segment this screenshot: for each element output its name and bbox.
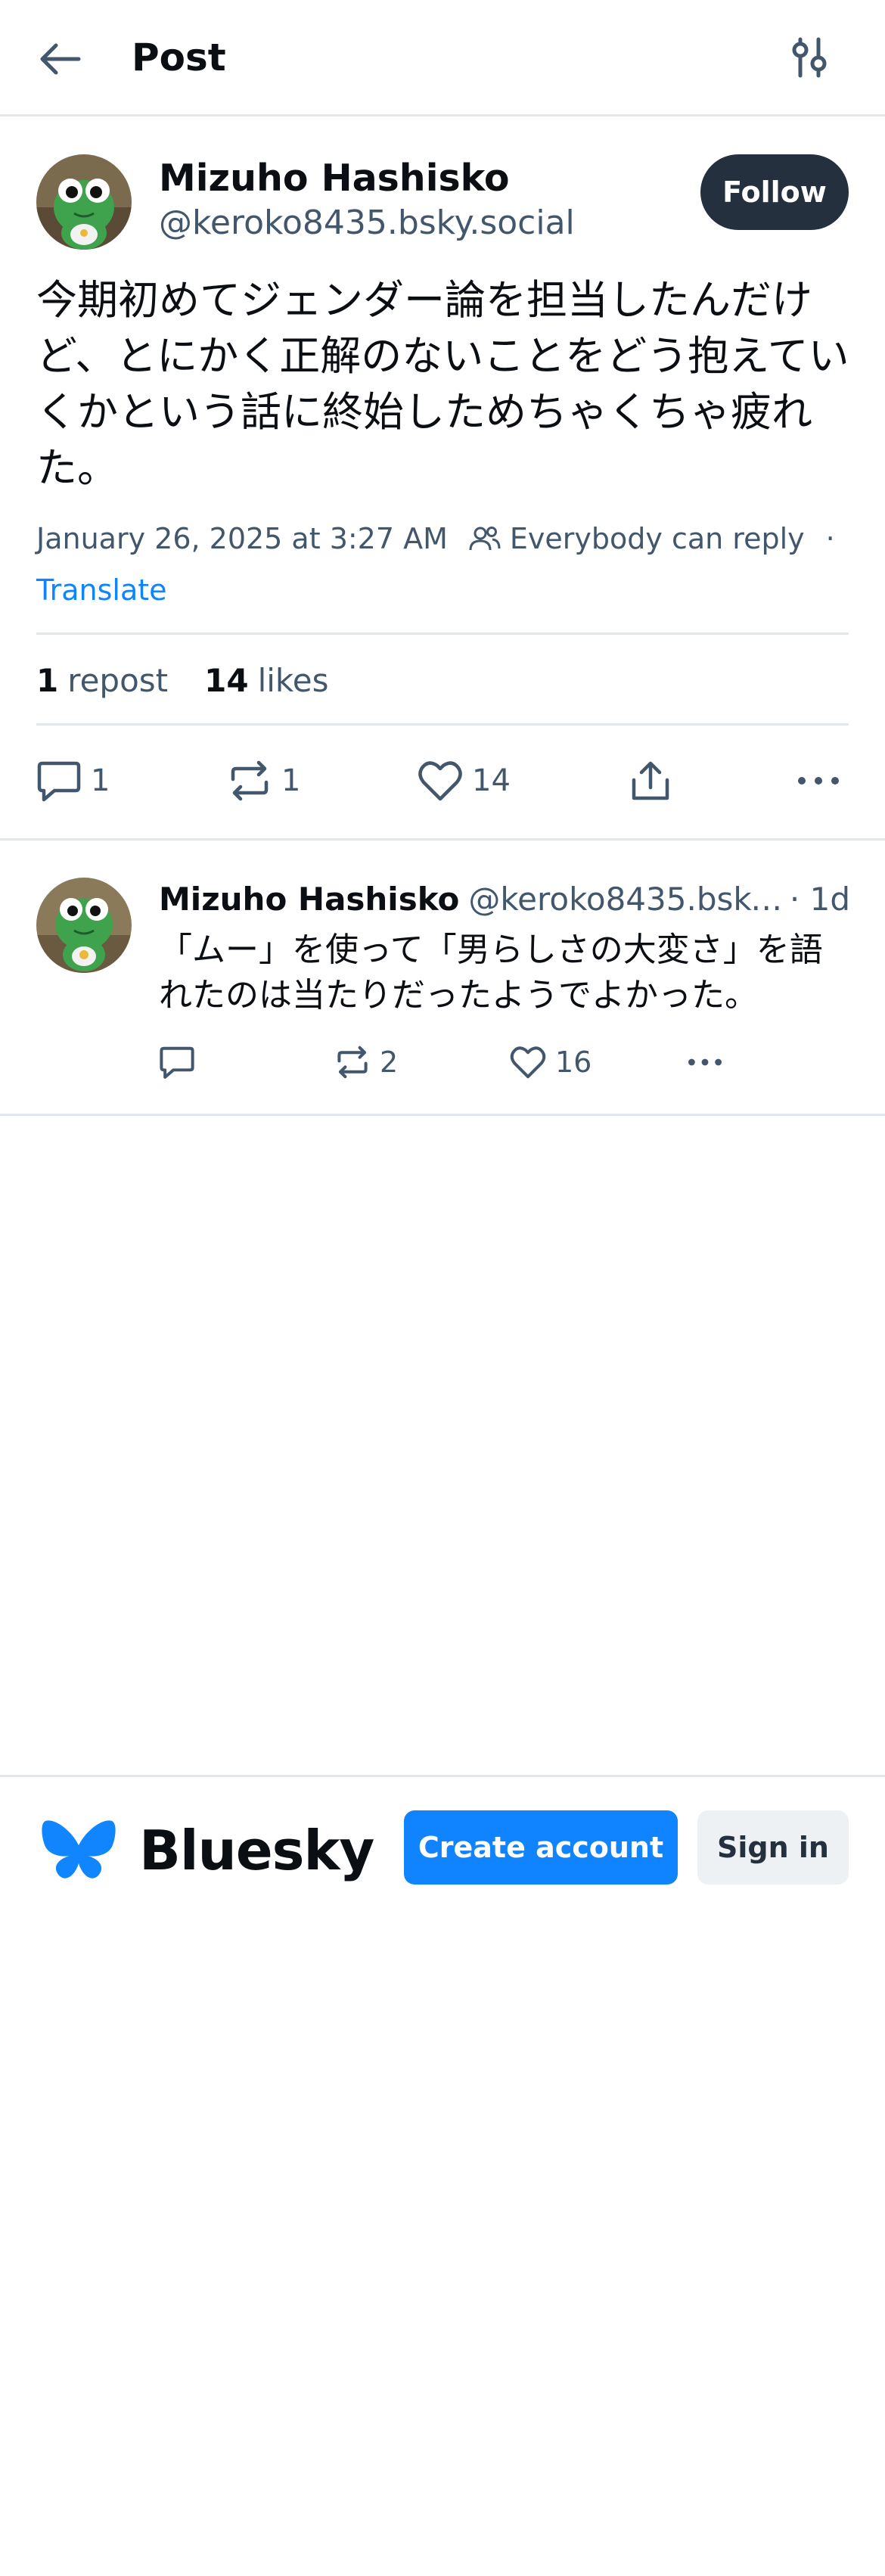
reply-text: 「ムー」を使って「男らしさの大変さ」を語れたのは当たりだったようでよかった。 bbox=[159, 931, 823, 1015]
sign-in-button[interactable]: Sign in bbox=[697, 1810, 849, 1885]
post-timestamp[interactable]: January 26, 2025 at 3:27 AM bbox=[36, 522, 448, 555]
like-count: 14 bbox=[472, 763, 511, 798]
reply-author-name[interactable]: Mizuho Hashisko bbox=[159, 881, 459, 918]
like-count-link[interactable]: 14 likes bbox=[204, 662, 328, 699]
reply-repost-count: 2 bbox=[380, 1046, 399, 1079]
reply-button[interactable]: 1 bbox=[36, 754, 110, 808]
author-handle[interactable]: @keroko8435.bsky.social bbox=[159, 201, 575, 245]
divider bbox=[0, 838, 885, 841]
reply-reply-button[interactable] bbox=[159, 1039, 204, 1085]
translate-link[interactable]: Translate bbox=[36, 570, 167, 610]
meta-separator: · bbox=[825, 522, 835, 555]
thread-settings-button[interactable] bbox=[787, 33, 832, 82]
divider bbox=[36, 723, 849, 726]
frog-avatar-image bbox=[36, 878, 132, 973]
reply-icon bbox=[160, 1046, 194, 1079]
author-avatar[interactable] bbox=[36, 154, 132, 250]
divider bbox=[0, 1114, 885, 1116]
like-button[interactable]: 14 bbox=[418, 754, 511, 808]
engagement-counts: 1 repost 14 likes bbox=[36, 655, 328, 705]
repost-icon bbox=[337, 1046, 368, 1079]
reply-setting-label[interactable]: Everybody can reply bbox=[510, 522, 805, 555]
divider bbox=[36, 632, 849, 635]
reply-like-button[interactable]: 16 bbox=[510, 1039, 592, 1085]
more-icon bbox=[798, 777, 839, 785]
signup-bar: Bluesky Create account Sign in bbox=[0, 1775, 885, 1919]
repost-count: 1 bbox=[281, 763, 301, 798]
heart-icon bbox=[510, 1046, 546, 1079]
more-options-button[interactable] bbox=[796, 754, 850, 808]
reply-icon bbox=[37, 761, 81, 802]
repost-count-link[interactable]: 1 repost bbox=[36, 662, 168, 699]
create-account-button[interactable]: Create account bbox=[404, 1810, 678, 1885]
follow-button[interactable]: Follow bbox=[700, 154, 849, 230]
repost-icon bbox=[231, 760, 269, 801]
top-bar: Post bbox=[0, 0, 885, 117]
brand-name: Bluesky bbox=[139, 1819, 374, 1882]
sliders-icon bbox=[792, 37, 827, 78]
frog-avatar-image bbox=[36, 154, 132, 250]
share-button[interactable] bbox=[629, 754, 681, 808]
page-title: Post bbox=[132, 36, 226, 79]
repost-button[interactable]: 1 bbox=[227, 754, 300, 808]
post-meta: January 26, 2025 at 3:27 AM Everybody ca… bbox=[36, 519, 853, 558]
reply-repost-button[interactable]: 2 bbox=[334, 1039, 398, 1085]
heart-icon bbox=[418, 761, 462, 801]
reply-actions: 2 16 bbox=[159, 1039, 840, 1085]
post-actions: 1 1 14 bbox=[36, 754, 849, 808]
reply-header: Mizuho Hashisko @keroko8435.bsky... · 1d bbox=[159, 878, 850, 920]
more-icon bbox=[688, 1058, 722, 1066]
people-icon bbox=[469, 525, 501, 552]
reply-like-count: 16 bbox=[555, 1046, 592, 1079]
butterfly-logo-icon bbox=[41, 1816, 116, 1885]
post-text: 今期初めてジェンダー論を担当したんだけど、とにかく正解のないことをどう抱えていく… bbox=[36, 276, 849, 492]
reply-time[interactable]: · 1d bbox=[790, 881, 850, 918]
reply-count: 1 bbox=[91, 763, 110, 798]
back-button[interactable] bbox=[38, 36, 98, 82]
reply-author-avatar[interactable] bbox=[36, 878, 132, 973]
arrow-left-icon bbox=[40, 43, 81, 75]
author-name[interactable]: Mizuho Hashisko bbox=[159, 154, 510, 203]
reply-author-handle[interactable]: @keroko8435.bsky... bbox=[468, 881, 784, 918]
share-icon bbox=[632, 761, 669, 800]
reply-more-button[interactable] bbox=[685, 1039, 734, 1085]
